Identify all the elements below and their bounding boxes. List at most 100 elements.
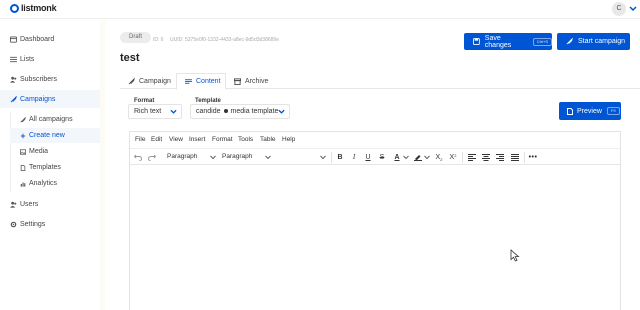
strikethrough-icon[interactable]: S bbox=[377, 152, 387, 162]
chevron-down-icon[interactable] bbox=[424, 155, 430, 160]
sidebar-item-campaigns[interactable]: Campaigns bbox=[0, 90, 101, 108]
tab-archive[interactable]: Archive bbox=[234, 73, 268, 89]
app-logo[interactable]: listmonk bbox=[10, 3, 57, 13]
top-bar: listmonk C bbox=[0, 0, 640, 19]
sidebar-subitem-templates[interactable]: Templates bbox=[10, 160, 101, 175]
user-avatar[interactable]: C bbox=[612, 2, 626, 16]
subscript-icon[interactable]: X2 bbox=[434, 152, 444, 162]
sidebar-subitem-label: Media bbox=[29, 148, 49, 155]
font-format-select[interactable]: Paragraph bbox=[222, 153, 252, 160]
menu-view[interactable]: View bbox=[169, 136, 183, 143]
tab-content[interactable]: Content bbox=[176, 73, 226, 90]
preview-label: Preview bbox=[577, 107, 602, 115]
sidebar-item-users[interactable]: Users bbox=[0, 195, 101, 213]
campaign-tabs: Campaign Content Archive bbox=[120, 73, 640, 90]
content-icon bbox=[185, 79, 192, 84]
chevron-down-icon bbox=[170, 109, 177, 114]
status-badge: Draft bbox=[120, 32, 152, 43]
menu-format[interactable]: Format bbox=[212, 136, 233, 143]
campaign-uuid: UUID: 5375e0f0-1332-4433-a8ec-9d5d3d3868… bbox=[170, 37, 279, 43]
start-campaign-label: Start campaign bbox=[578, 38, 626, 45]
template-select[interactable]: candide media template bbox=[190, 104, 290, 119]
save-shortcut: Ctrl+S bbox=[532, 37, 552, 46]
sidebar-subitem-label: Templates bbox=[29, 164, 61, 171]
format-select[interactable]: Rich text bbox=[128, 104, 182, 119]
file-icon bbox=[567, 107, 573, 115]
block-format-select[interactable]: Paragraph bbox=[167, 153, 197, 160]
sidebar-subitem-all-campaigns[interactable]: All campaigns bbox=[10, 112, 101, 127]
app-name: listmonk bbox=[21, 3, 57, 13]
undo-icon[interactable] bbox=[133, 152, 143, 162]
toolbar-divider bbox=[524, 152, 525, 163]
align-justify-icon[interactable] bbox=[510, 152, 520, 162]
sidebar-item-label: Campaigns bbox=[20, 95, 56, 103]
campaign-id: ID: 6 bbox=[153, 37, 164, 43]
dashboard-icon bbox=[10, 35, 17, 43]
underline-icon[interactable]: U bbox=[363, 152, 373, 162]
page-title: test bbox=[120, 52, 140, 64]
editor-content-area[interactable] bbox=[130, 165, 620, 310]
template-value-left: candide bbox=[196, 108, 221, 115]
bold-icon[interactable]: B bbox=[335, 152, 345, 162]
format-value: Rich text bbox=[134, 108, 162, 115]
sidebar-divider bbox=[100, 20, 105, 310]
toolbar-divider bbox=[331, 152, 332, 163]
sidebar-subitem-media[interactable]: Media bbox=[10, 144, 101, 159]
highlight-icon[interactable] bbox=[413, 152, 423, 162]
editor-menubar: File Edit View Insert Format Tools Table… bbox=[130, 132, 620, 147]
menu-edit[interactable]: Edit bbox=[151, 136, 162, 143]
image-icon bbox=[20, 148, 26, 155]
align-left-icon[interactable] bbox=[467, 152, 477, 162]
logo-icon bbox=[10, 3, 19, 13]
tab-label: Archive bbox=[245, 77, 269, 85]
toolbar-divider bbox=[462, 152, 463, 163]
sidebar-subitem-label: Create new bbox=[29, 132, 65, 139]
file-icon bbox=[20, 164, 26, 171]
chevron-down-icon bbox=[278, 109, 285, 114]
archive-icon bbox=[234, 77, 241, 85]
chevron-down-icon[interactable] bbox=[403, 155, 409, 160]
chart-icon bbox=[20, 182, 26, 187]
preview-shortcut: F9 bbox=[606, 107, 620, 115]
tab-label: Content bbox=[196, 78, 221, 85]
save-icon bbox=[473, 38, 480, 45]
superscript-icon[interactable]: X2 bbox=[448, 152, 458, 162]
more-icon[interactable]: ••• bbox=[528, 152, 538, 162]
start-campaign-button[interactable]: Start campaign bbox=[557, 33, 630, 50]
sidebar-item-subscribers[interactable]: Subscribers bbox=[0, 70, 101, 88]
chevron-down-icon[interactable] bbox=[320, 155, 326, 160]
text-color-icon[interactable]: A bbox=[392, 152, 402, 162]
sidebar-subitem-label: Analytics bbox=[29, 180, 58, 187]
sidebar-item-lists[interactable]: Lists bbox=[0, 50, 101, 68]
align-right-icon[interactable] bbox=[495, 152, 505, 162]
menu-tools[interactable]: Tools bbox=[238, 136, 253, 143]
menu-insert[interactable]: Insert bbox=[189, 136, 205, 143]
save-changes-label: Save changes bbox=[484, 34, 512, 49]
align-center-icon[interactable] bbox=[481, 152, 491, 162]
sidebar-subitem-create-new[interactable]: Create new bbox=[10, 128, 101, 143]
sidebar-item-settings[interactable]: Settings bbox=[0, 215, 101, 233]
menu-help[interactable]: Help bbox=[282, 136, 295, 143]
sidebar-item-label: Settings bbox=[20, 220, 46, 228]
italic-icon[interactable]: I bbox=[349, 152, 359, 162]
menu-table[interactable]: Table bbox=[260, 136, 276, 143]
sidebar-subitem-label: All campaigns bbox=[29, 116, 73, 123]
sidebar-item-label: Dashboard bbox=[20, 35, 55, 43]
template-value-right: media template bbox=[230, 108, 279, 115]
rocket-icon bbox=[128, 77, 135, 84]
sidebar-item-label: Subscribers bbox=[20, 75, 57, 83]
redo-icon[interactable] bbox=[147, 152, 157, 162]
campaigns-icon bbox=[10, 95, 17, 102]
chevron-down-icon bbox=[210, 155, 216, 160]
mouse-cursor-icon bbox=[510, 249, 520, 262]
save-changes-button[interactable]: Save changes Ctrl+S bbox=[464, 33, 552, 50]
sidebar-item-dashboard[interactable]: Dashboard bbox=[0, 30, 101, 48]
sidebar-subitem-analytics[interactable]: Analytics bbox=[10, 176, 101, 191]
preview-button[interactable]: Preview F9 bbox=[559, 102, 621, 120]
tab-campaign[interactable]: Campaign bbox=[128, 73, 171, 89]
sidebar: Dashboard Lists Subscribers Campaigns Al… bbox=[0, 20, 101, 310]
sidebar-item-label: Users bbox=[20, 200, 39, 208]
menu-file[interactable]: File bbox=[135, 136, 145, 143]
settings-icon bbox=[10, 221, 17, 227]
chevron-down-icon[interactable] bbox=[628, 5, 638, 13]
